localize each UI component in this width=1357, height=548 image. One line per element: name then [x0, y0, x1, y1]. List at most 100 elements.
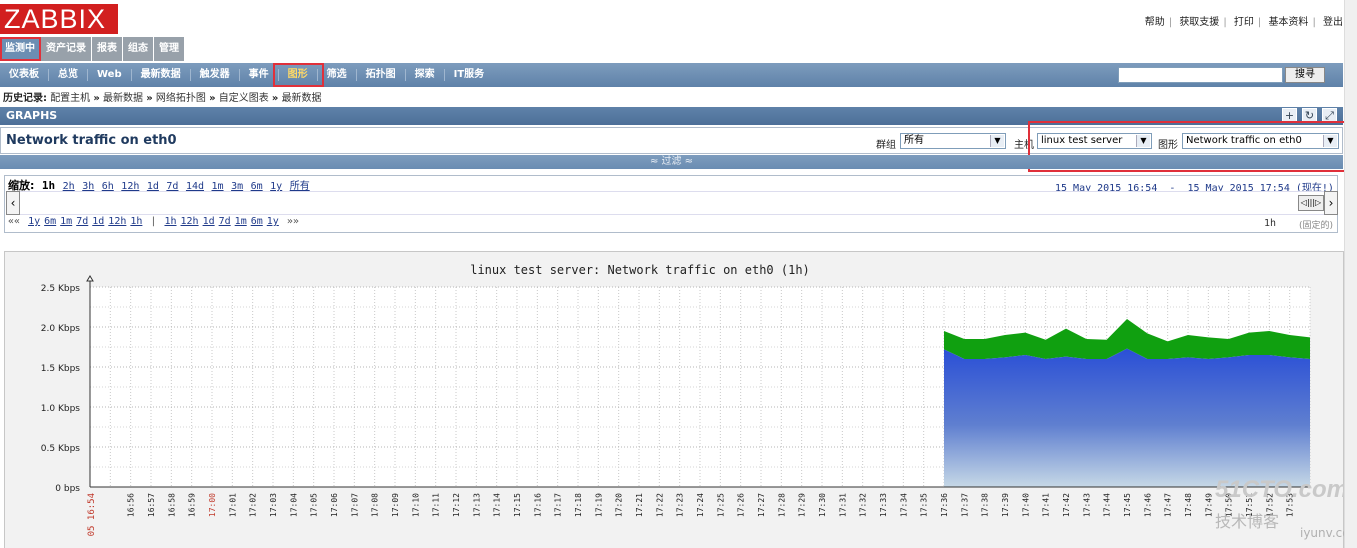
- graph-title: Network traffic on eth0: [6, 133, 177, 148]
- nav-back[interactable]: 6m: [44, 216, 56, 227]
- watermark-text: 51CTO.com: [1215, 476, 1348, 503]
- nav-back[interactable]: 7d: [76, 216, 88, 227]
- x-tick-label: 17:37: [960, 493, 969, 517]
- zabbix-logo[interactable]: ZABBIX: [0, 4, 118, 34]
- x-tick-label: 17:18: [574, 493, 583, 517]
- x-tick-label: 17:28: [777, 493, 786, 517]
- nav-fwd[interactable]: 12h: [181, 216, 199, 227]
- x-tick-label: 16:59: [188, 493, 197, 517]
- x-tick-label: 17:01: [228, 493, 237, 517]
- x-tick-label: 17:34: [899, 493, 908, 517]
- sub-menu-screens[interactable]: 筛选: [318, 69, 357, 81]
- main-menu-administration[interactable]: 管理: [154, 37, 185, 61]
- x-tick-label: 17:05: [310, 493, 319, 517]
- breadcrumb: 历史记录: 配置主机 » 最新数据 » 网络拓扑图 » 自定义图表 » 最新数据: [3, 93, 322, 104]
- search-input[interactable]: [1118, 67, 1283, 83]
- scroll-thumb[interactable]: ◁|||▷: [1298, 195, 1324, 211]
- y-axis-arrow: [86, 275, 94, 282]
- search-button[interactable]: 搜寻: [1285, 67, 1325, 83]
- x-tick-label: 17:25: [716, 493, 725, 517]
- x-tick-label: 17:02: [249, 493, 258, 517]
- sub-menu-it-services[interactable]: IT服务: [445, 69, 494, 81]
- sub-menu-web[interactable]: Web: [88, 69, 132, 81]
- nav-back[interactable]: 1d: [92, 216, 104, 227]
- x-tick-label: 17:00: [208, 493, 217, 517]
- main-menu-reports[interactable]: 报表: [92, 37, 123, 61]
- x-tick-label: 17:07: [350, 493, 359, 517]
- x-tick-label: 17:42: [1062, 493, 1071, 517]
- x-tick-label: 17:30: [818, 493, 827, 517]
- x-tick-label: 17:46: [1143, 493, 1152, 517]
- x-tick-label: 17:06: [330, 493, 339, 517]
- nav-fwd[interactable]: 6m: [251, 216, 263, 227]
- nav-fwd[interactable]: 7d: [219, 216, 231, 227]
- x-tick-label: 17:44: [1103, 493, 1112, 517]
- scroll-right-button[interactable]: ›: [1324, 191, 1338, 215]
- breadcrumb-item[interactable]: 自定义图表: [219, 93, 269, 104]
- x-tick-label: 17:33: [879, 493, 888, 517]
- help-link[interactable]: 帮助: [1145, 17, 1165, 28]
- page-scrollbar[interactable]: [1344, 0, 1357, 548]
- breadcrumb-item[interactable]: 配置主机: [50, 93, 90, 104]
- sub-menu-dashboard[interactable]: 仪表板: [0, 69, 49, 81]
- x-tick-label: 16:56: [127, 493, 136, 517]
- y-tick-label: 1.0 Kbps: [41, 404, 81, 414]
- y-tick-label: 1.5 Kbps: [41, 364, 81, 374]
- watermark-text: 技术博客: [1215, 512, 1280, 531]
- main-menu: 监测中 资产记录 报表 组态 管理: [0, 37, 185, 61]
- x-tick-label: 17:15: [513, 493, 522, 517]
- x-tick-label: 17:22: [655, 493, 664, 517]
- scroll-left-button[interactable]: ‹: [6, 191, 20, 215]
- nav-back[interactable]: 1m: [60, 216, 72, 227]
- profile-link[interactable]: 基本资料: [1268, 17, 1308, 28]
- x-tick-label: 17:03: [269, 493, 278, 517]
- x-tick-label: 17:13: [472, 493, 481, 517]
- fixed-toggle[interactable]: (固定的): [1299, 218, 1333, 231]
- y-tick-label: 2.5 Kbps: [41, 284, 81, 294]
- nav-fwd[interactable]: 1y: [267, 216, 279, 227]
- print-link[interactable]: 打印: [1234, 17, 1254, 28]
- nav-back[interactable]: 1y: [28, 216, 40, 227]
- main-menu-configuration[interactable]: 组态: [123, 37, 154, 61]
- breadcrumb-item[interactable]: 网络拓扑图: [156, 93, 206, 104]
- main-menu-monitoring[interactable]: 监测中: [0, 37, 41, 61]
- breadcrumb-item[interactable]: 最新数据: [282, 93, 322, 104]
- x-tick-label: 17:36: [940, 493, 949, 517]
- y-tick-label: 0 bps: [55, 484, 80, 494]
- timeline-scrollbar[interactable]: [8, 191, 1338, 215]
- y-tick-label: 0.5 Kbps: [41, 444, 81, 454]
- sub-menu-maps[interactable]: 拓扑图: [357, 69, 406, 81]
- incoming-area: [944, 348, 1310, 487]
- sub-menu-overview[interactable]: 总览: [49, 69, 88, 81]
- breadcrumb-item[interactable]: 最新数据: [103, 93, 143, 104]
- sub-menu-graphs[interactable]: 图形: [272, 63, 324, 87]
- x-tick-label: 17:48: [1184, 493, 1193, 517]
- nav-fwd[interactable]: 1d: [203, 216, 215, 227]
- sub-menu-latest-data[interactable]: 最新数据: [132, 69, 191, 81]
- group-select[interactable]: 所有 ▼: [900, 133, 1006, 149]
- x-tick-label: 17:43: [1082, 493, 1091, 517]
- x-tick-label: 17:08: [371, 493, 380, 517]
- sub-menu-triggers[interactable]: 触发器: [191, 69, 240, 81]
- sub-menu-events[interactable]: 事件: [240, 69, 279, 81]
- sub-menu-discovery[interactable]: 探索: [406, 69, 445, 81]
- x-tick-label: 17:16: [533, 493, 542, 517]
- x-tick-label: 17:41: [1042, 493, 1051, 517]
- x-tick-label: 17:29: [798, 493, 807, 517]
- x-tick-label: 16:58: [167, 493, 176, 517]
- traffic-chart: linux test server: Network traffic on et…: [41, 263, 1311, 536]
- main-menu-inventory[interactable]: 资产记录: [41, 37, 92, 61]
- nav-back[interactable]: 12h: [108, 216, 126, 227]
- filter-toggle[interactable]: ≈ 过滤 ≈: [0, 155, 1343, 169]
- x-tick-label: 17:23: [676, 493, 685, 517]
- get-support-link[interactable]: 获取支援: [1179, 17, 1219, 28]
- nav-fwd[interactable]: 1m: [235, 216, 247, 227]
- x-tick-label: 17:38: [981, 493, 990, 517]
- logout-link[interactable]: 登出: [1323, 17, 1343, 28]
- x-tick-label: 17:47: [1164, 493, 1173, 517]
- x-tick-label: 17:49: [1204, 493, 1213, 517]
- nav-fwd[interactable]: 1h: [164, 216, 176, 227]
- chart-title: linux test server: Network traffic on et…: [470, 263, 810, 277]
- nav-back[interactable]: 1h: [130, 216, 142, 227]
- group-label: 群组: [876, 140, 896, 151]
